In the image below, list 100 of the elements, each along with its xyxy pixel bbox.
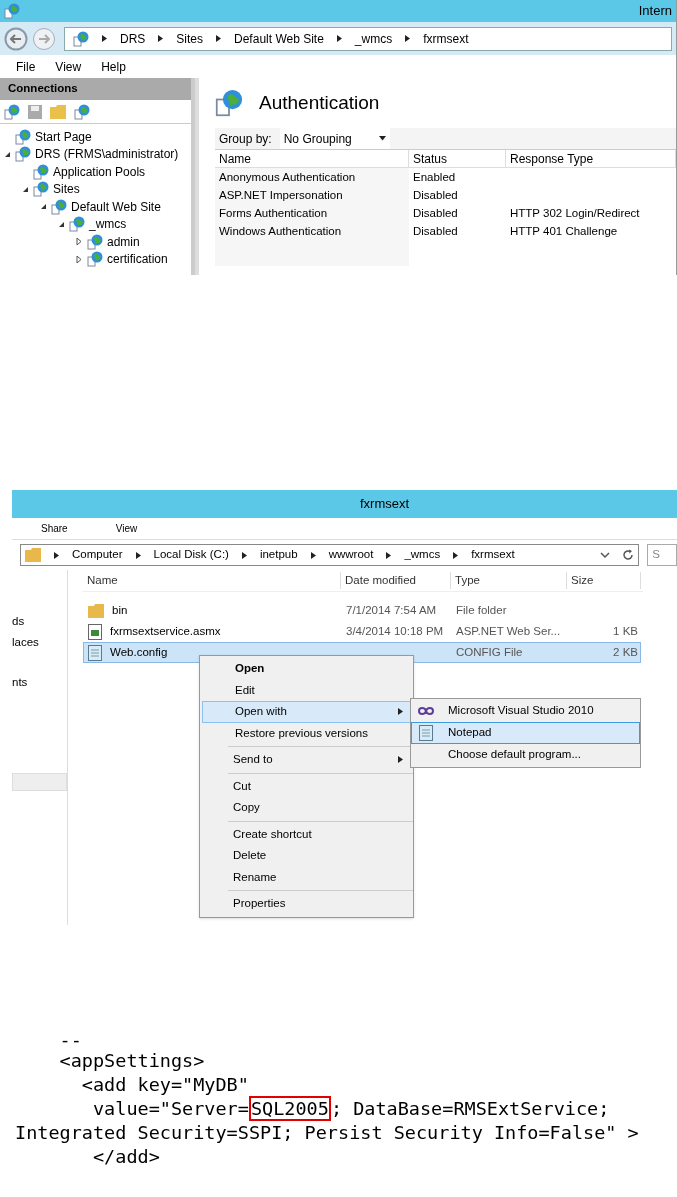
breadcrumb-item[interactable]: Default Web Site [234, 29, 324, 48]
breadcrumb-item[interactable]: fxrmsext [471, 546, 515, 564]
menu-item[interactable]: Rename [228, 866, 413, 888]
file-row[interactable]: fxrmsextservice.asmx 3/4/2014 10:18 PM ASP.NET Web Ser... 1 KB [83, 621, 641, 642]
table-cell-text: HTTP 302 Login/Redirect [509, 206, 641, 222]
code-line: <appSettings> [58, 1049, 206, 1073]
disconnect-globe-icon [74, 103, 90, 120]
group-by-dropdown[interactable]: No Grouping [279, 128, 390, 149]
tree-item[interactable]: admin [107, 232, 140, 251]
expanded-arrow-icon[interactable] [4, 150, 11, 158]
code-line: <add key="MyDB" [80, 1073, 250, 1097]
breadcrumb-item[interactable]: wwwroot [328, 546, 374, 564]
file-type: File folder [455, 602, 508, 618]
submenu-item[interactable]: Notepad [411, 722, 640, 744]
folder-icon [88, 603, 104, 618]
breadcrumb-item[interactable]: DRS [120, 29, 146, 48]
expanded-arrow-icon[interactable] [22, 185, 29, 193]
dropdown-arrow-icon [378, 135, 386, 142]
breadcrumb-arrow-icon [452, 551, 460, 559]
breadcrumb-item[interactable]: _wmcs [404, 546, 441, 564]
chevron-down-icon[interactable] [600, 551, 611, 559]
code-line: </add> [91, 1145, 161, 1169]
menu-item[interactable]: File [16, 57, 36, 76]
breadcrumb-item[interactable]: Local Disk (C:) [153, 546, 229, 564]
address-bar[interactable]: DRS Sites Default Web Site _wmcs fxrmsext [64, 26, 672, 51]
file-name: bin [112, 602, 128, 618]
file-date: 7/1/2014 7:54 AM [345, 602, 438, 618]
tree-item[interactable]: DRS (FRMS\administrator) [35, 145, 179, 164]
breadcrumb-arrow-icon [157, 35, 165, 42]
address-bar[interactable]: Computer Local Disk (C:) inetpub wwwroot _wmcs fxrmsext [20, 544, 640, 566]
submenu-item[interactable]: Choose default program... [411, 744, 640, 766]
refresh-icon[interactable] [622, 549, 635, 561]
menu-item[interactable]: Edit [202, 679, 413, 701]
breadcrumb-arrow-icon [240, 551, 248, 559]
breadcrumb-arrow-icon [53, 551, 60, 559]
server-globe-icon [87, 251, 103, 268]
menu-item[interactable]: Help [101, 57, 126, 76]
nav-item[interactable]: laces [12, 634, 67, 674]
collapsed-arrow-icon[interactable] [76, 238, 83, 246]
code-line: value="Server=SQL2005; DataBase=RMSExtService; [91, 1097, 611, 1121]
globe-page-icon [215, 89, 243, 117]
breadcrumb-arrow-icon [309, 551, 317, 559]
tree-item[interactable]: Application Pools [53, 162, 146, 181]
back-button[interactable] [4, 26, 28, 51]
tree-item[interactable]: Sites [53, 180, 80, 199]
breadcrumb-item[interactable]: inetpub [259, 546, 298, 564]
breadcrumb-item[interactable]: Computer [72, 546, 123, 564]
breadcrumb-item[interactable]: _wmcs [354, 29, 393, 48]
column-header[interactable]: Size [567, 571, 641, 590]
expanded-arrow-icon[interactable] [58, 220, 65, 228]
server-globe-icon [33, 181, 49, 198]
column-header[interactable]: Type [451, 571, 567, 590]
submenu-item[interactable]: Microsoft Visual Studio 2010 [411, 700, 640, 722]
web-file-icon [88, 623, 102, 640]
notepad-icon [419, 725, 433, 741]
breadcrumb-arrow-icon [404, 35, 412, 42]
tree-item[interactable]: Default Web Site [71, 197, 161, 216]
server-globe-icon [51, 198, 67, 215]
column-header[interactable]: Date modified [341, 571, 451, 590]
menu-item[interactable]: Delete [228, 845, 413, 867]
menu-item[interactable]: Properties [228, 893, 413, 915]
column-header[interactable]: Name [83, 571, 341, 590]
code-line: Integrated Security=SSPI; Persist Security Info=False" > [15, 1121, 640, 1145]
window-title: fxrmsext [359, 495, 410, 514]
file-row[interactable]: bin 7/1/2014 7:54 AM File folder [83, 600, 641, 621]
menu-item[interactable]: Send to [228, 749, 413, 771]
group-by-label: Group by: [219, 130, 272, 148]
breadcrumb-arrow-icon [335, 35, 343, 42]
tree-item[interactable]: Start Page [35, 127, 92, 146]
nav-item[interactable]: nts [12, 674, 67, 692]
table-cell-text: Disabled [412, 206, 459, 222]
column-header[interactable]: Response Type [506, 150, 676, 168]
server-globe-icon [33, 163, 49, 180]
folder-icon [25, 548, 41, 562]
server-globe-icon [15, 146, 31, 163]
nav-item[interactable]: ds [12, 613, 67, 634]
tree-item[interactable]: certification [107, 250, 168, 269]
file-type: ASP.NET Web Ser... [455, 623, 562, 639]
panel-header: Connections [0, 78, 191, 100]
address-globe-icon [73, 30, 89, 47]
expanded-arrow-icon[interactable] [40, 203, 47, 211]
file-date: 3/4/2014 10:18 PM [345, 623, 445, 639]
menu-item[interactable]: Restore previous versions [202, 722, 413, 744]
table-cell-text: Disabled [412, 187, 459, 203]
menu-item[interactable]: Open with [202, 701, 413, 723]
connect-globe-icon [4, 103, 20, 120]
column-header[interactable]: Status [409, 150, 506, 168]
menu-item[interactable]: View [55, 57, 82, 76]
menu-item[interactable]: Cut [228, 775, 413, 797]
menu-item[interactable]: Copy [228, 797, 413, 819]
collapsed-arrow-icon[interactable] [76, 255, 83, 263]
ribbon-tab[interactable]: View [115, 521, 138, 536]
menu-item[interactable]: Create shortcut [228, 823, 413, 845]
breadcrumb-item[interactable]: Sites [176, 29, 204, 48]
tree-item[interactable]: _wmcs [89, 215, 127, 234]
breadcrumb-item[interactable]: fxrmsext [423, 29, 469, 48]
breadcrumb-arrow-icon [215, 35, 223, 42]
ribbon-tab[interactable]: Share [41, 521, 68, 536]
submenu-arrow-icon [397, 708, 404, 716]
search-field[interactable]: S [647, 544, 677, 566]
